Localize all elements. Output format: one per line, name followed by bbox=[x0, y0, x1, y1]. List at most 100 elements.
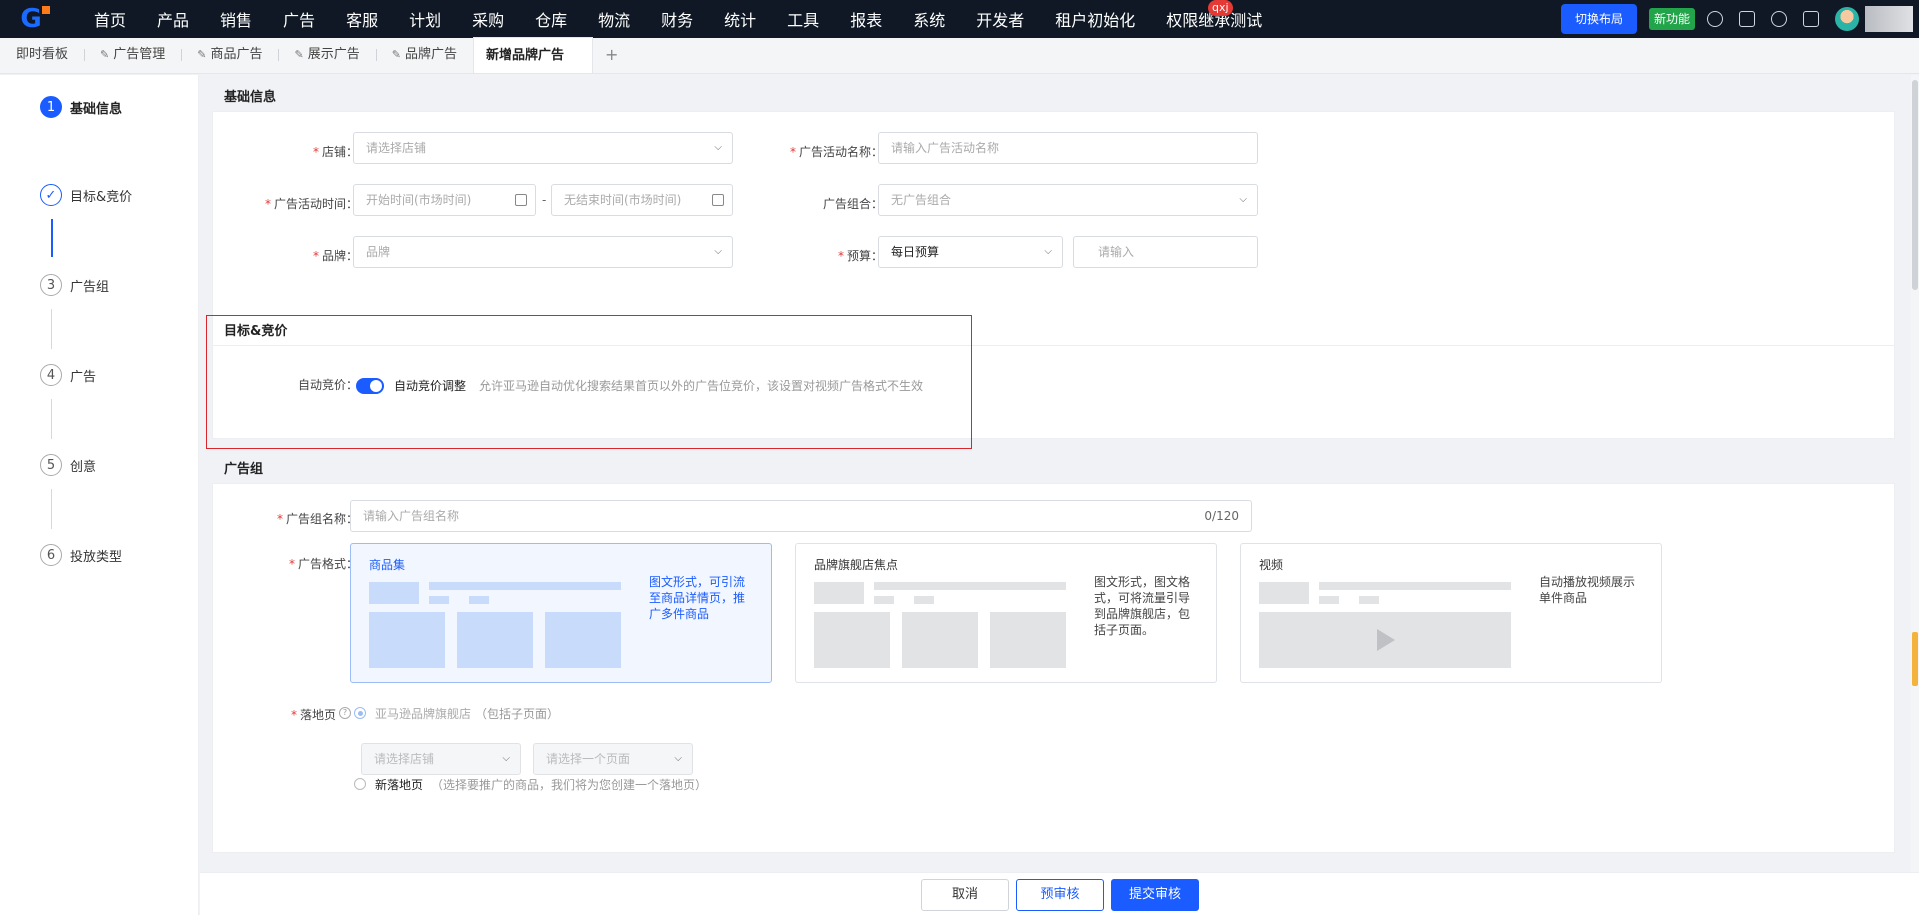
menu-item-system[interactable]: 系统 bbox=[913, 7, 945, 31]
pin-icon: ✎ bbox=[100, 48, 110, 61]
new-feature-button[interactable]: 新功能 bbox=[1648, 8, 1695, 30]
avatar[interactable] bbox=[1835, 7, 1859, 31]
menu-item-finance[interactable]: 财务 bbox=[661, 7, 693, 31]
format-desc: 自动播放视频展示单件商品 bbox=[1539, 575, 1636, 605]
thumbnail-placeholder bbox=[429, 582, 621, 590]
thumbnail-placeholder bbox=[902, 612, 978, 668]
submit-review-button[interactable]: 提交审核 bbox=[1111, 879, 1199, 911]
thumbnail-placeholder bbox=[1319, 582, 1511, 590]
pre-review-button[interactable]: 预审核 bbox=[1016, 879, 1104, 911]
new-landing-option[interactable]: 新落地页 bbox=[375, 776, 423, 793]
menu-item-ads[interactable]: 广告 bbox=[283, 7, 315, 31]
menu-item-plan[interactable]: 计划 bbox=[409, 7, 441, 31]
tab-ad-management[interactable]: ✎ 广告管理 bbox=[84, 37, 181, 73]
tab-label: 即时看板 bbox=[16, 47, 69, 62]
thumbnail-placeholder bbox=[457, 612, 533, 668]
step-number: 3 bbox=[40, 274, 62, 296]
landing-page-select[interactable]: 请选择一个页面 ⌵ bbox=[533, 743, 693, 775]
chevron-down-icon: ⌵ bbox=[1044, 246, 1052, 257]
bell-icon[interactable] bbox=[1771, 11, 1787, 27]
tab-brand-ads[interactable]: ✎ 品牌广告 bbox=[375, 37, 473, 73]
format-card-store-spotlight[interactable]: 品牌旗舰店焦点 图文形式，图文格式，可将流量引导到品牌旗舰店，包括子页面。 bbox=[795, 543, 1217, 683]
scrollbar-thumb[interactable] bbox=[1912, 80, 1918, 290]
tab-display-ads[interactable]: ✎ 展示广告 bbox=[278, 37, 375, 73]
adgroup-name-input[interactable]: 请输入广告组名称 0/120 bbox=[350, 500, 1252, 532]
step-number: 1 bbox=[40, 96, 62, 118]
main-menu: 首页 产品 销售 广告 客服 计划 采购 仓库 物流 财务 统计 工具 报表 系… bbox=[94, 0, 1293, 38]
brand-select[interactable]: 品牌 ⌵ bbox=[353, 236, 733, 268]
menu-item-service[interactable]: 客服 bbox=[346, 7, 378, 31]
campaign-name-input[interactable]: 请输入广告活动名称 bbox=[878, 132, 1258, 164]
start-date-picker[interactable]: 开始时间(市场时间) bbox=[353, 184, 536, 216]
end-date-picker[interactable]: 无结束时间(市场时间) bbox=[551, 184, 733, 216]
thumbnail-placeholder bbox=[914, 596, 934, 604]
thumbnail-placeholder bbox=[1319, 596, 1339, 604]
nav-right: 切换布局 新功能 bbox=[1560, 0, 1919, 38]
portfolio-select[interactable]: 无广告组合 ⌵ bbox=[878, 184, 1258, 216]
thumbnail-placeholder bbox=[990, 612, 1066, 668]
format-card-product-collection[interactable]: 商品集 图文形式，可引流至商品详情页，推广多件商品 bbox=[350, 543, 772, 683]
pause-icon[interactable] bbox=[1707, 11, 1723, 27]
fullscreen-icon[interactable] bbox=[1803, 11, 1819, 27]
step-label: 投放类型 bbox=[70, 549, 123, 565]
add-tab-button[interactable]: + bbox=[593, 37, 630, 73]
step-label: 广告 bbox=[70, 369, 97, 385]
tab-new-brand-ad[interactable]: 新增品牌广告 bbox=[472, 37, 593, 73]
menu-item-developer[interactable]: 开发者 bbox=[976, 7, 1024, 31]
landing-store-select[interactable]: 请选择店铺 ⌵ bbox=[361, 743, 521, 775]
store-select[interactable]: 请选择店铺 ⌵ bbox=[353, 132, 733, 164]
brand-label: * 品牌： bbox=[312, 249, 358, 263]
store-label: * 店铺： bbox=[312, 145, 358, 159]
menu-item-reports[interactable]: 报表 bbox=[850, 7, 882, 31]
step-label: 创意 bbox=[70, 459, 97, 475]
step-adgroup[interactable]: 3 广告组 bbox=[40, 274, 109, 296]
menu-item-products[interactable]: 产品 bbox=[157, 7, 189, 31]
task-check-icon[interactable] bbox=[1739, 11, 1755, 27]
tab-dashboard[interactable]: 即时看板 bbox=[0, 37, 84, 73]
thumbnail-placeholder bbox=[814, 612, 890, 668]
logo-icon: G bbox=[20, 4, 51, 34]
pin-icon: ✎ bbox=[197, 48, 207, 61]
switch-layout-button[interactable]: 切换布局 bbox=[1560, 4, 1637, 34]
tab-product-ads[interactable]: ✎ 商品广告 bbox=[181, 37, 278, 73]
landing-store-option[interactable]: 亚马逊品牌旗舰店 bbox=[375, 705, 471, 722]
date-separator: - bbox=[542, 193, 547, 207]
scroll-marker bbox=[1912, 632, 1918, 686]
menu-item-purchase[interactable]: 采购 bbox=[472, 7, 504, 31]
format-desc: 图文形式，图文格式，可将流量引导到品牌旗舰店，包括子页面。 bbox=[1094, 575, 1191, 637]
tab-bar: 即时看板 ✎ 广告管理 ✎ 商品广告 ✎ 展示广告 ✎ 品牌广告 新增品牌广告 + bbox=[0, 37, 1919, 74]
menu-item-warehouse[interactable]: 仓库 bbox=[535, 7, 567, 31]
step-ad[interactable]: 4 广告 bbox=[40, 364, 96, 386]
app-logo[interactable]: G bbox=[0, 0, 62, 38]
thumbnail-placeholder bbox=[429, 596, 449, 604]
format-card-video[interactable]: 视频 自动播放视频展示单件商品 bbox=[1240, 543, 1662, 683]
tab-label: 广告管理 bbox=[113, 47, 166, 62]
menu-item-logistics[interactable]: 物流 bbox=[598, 7, 630, 31]
budget-type-select[interactable]: 每日预算 ⌵ bbox=[878, 236, 1063, 268]
step-number: 6 bbox=[40, 544, 62, 566]
menu-item-home[interactable]: 首页 bbox=[94, 7, 126, 31]
ad-format-label: * 广告格式： bbox=[288, 557, 358, 571]
step-basic-info[interactable]: 1 基础信息 bbox=[40, 96, 122, 118]
help-icon[interactable]: ? bbox=[339, 707, 351, 719]
menu-item-sales[interactable]: 销售 bbox=[220, 7, 252, 31]
budget-input[interactable]: 请输入 bbox=[1073, 236, 1258, 268]
cancel-button[interactable]: 取消 bbox=[921, 879, 1009, 911]
new-landing-radio[interactable] bbox=[354, 778, 366, 790]
step-label: 基础信息 bbox=[70, 101, 123, 117]
landing-store-radio[interactable] bbox=[354, 707, 366, 719]
menu-item-tools[interactable]: 工具 bbox=[787, 7, 819, 31]
menu-item-stats[interactable]: 统计 bbox=[724, 7, 756, 31]
chevron-down-icon: ⌵ bbox=[674, 753, 682, 764]
thumbnail-placeholder bbox=[469, 596, 489, 604]
landing-store-note: （包括子页面） bbox=[475, 707, 560, 721]
thumbnail-placeholder bbox=[369, 612, 445, 668]
campaign-time-label: * 广告活动时间： bbox=[264, 197, 358, 211]
step-delivery-type[interactable]: 6 投放类型 bbox=[40, 544, 122, 566]
user-name-redacted[interactable] bbox=[1865, 6, 1913, 32]
chevron-down-icon: ⌵ bbox=[1239, 194, 1247, 205]
step-creative[interactable]: 5 创意 bbox=[40, 454, 96, 476]
top-nav: G 首页 产品 销售 广告 客服 计划 采购 仓库 物流 财务 统计 工具 报表… bbox=[0, 0, 1919, 38]
step-goal-bidding[interactable]: ✓ 目标&竞价 bbox=[40, 184, 132, 206]
menu-item-tenant-init[interactable]: 租户初始化 bbox=[1055, 7, 1135, 31]
